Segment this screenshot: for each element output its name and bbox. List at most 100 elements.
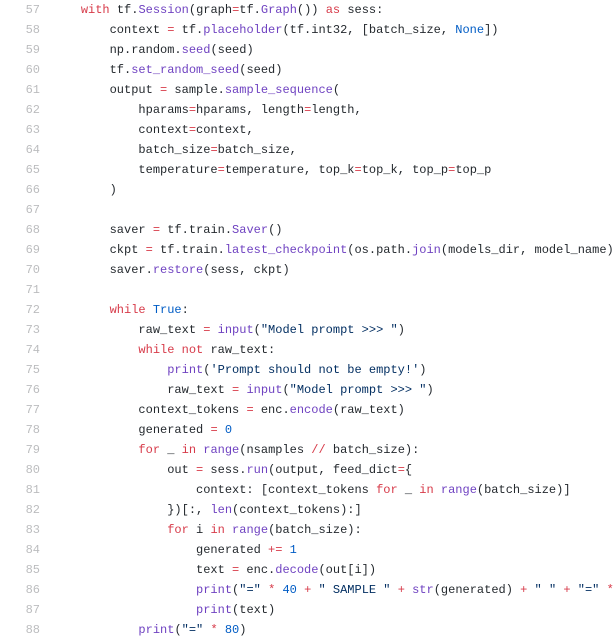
code-token <box>146 303 153 317</box>
code-token: True <box>153 303 182 317</box>
code-token: context <box>138 123 188 137</box>
code-source[interactable]: temperature=temperature, top_k=top_k, to… <box>52 160 614 180</box>
code-line[interactable]: 77 context_tokens = enc.encode(raw_text) <box>0 400 614 420</box>
code-token <box>52 363 167 377</box>
code-source[interactable]: print(text) <box>52 600 614 620</box>
code-token: with <box>81 3 110 17</box>
code-source[interactable]: print("=" * 40 + " SAMPLE " + str(genera… <box>52 580 614 600</box>
code-line[interactable]: 76 raw_text = input("Model prompt >>> ") <box>0 380 614 400</box>
code-token: top_p <box>455 163 491 177</box>
code-token: tf. <box>110 3 139 17</box>
code-token: range <box>232 523 268 537</box>
line-number: 80 <box>0 460 52 480</box>
code-source[interactable]: tf.set_random_seed(seed) <box>52 60 614 80</box>
code-token: join <box>412 243 441 257</box>
code-source[interactable]: print('Prompt should not be empty!') <box>52 360 614 380</box>
code-line[interactable]: 85 text = enc.decode(out[i]) <box>0 560 614 580</box>
code-token: generated <box>52 543 268 557</box>
code-line[interactable]: 67 <box>0 200 614 220</box>
code-token <box>210 323 217 337</box>
code-line[interactable]: 74 while not raw_text: <box>0 340 614 360</box>
code-source[interactable]: saver.restore(sess, ckpt) <box>52 260 614 280</box>
code-source[interactable]: generated = 0 <box>52 420 614 440</box>
code-line[interactable]: 64 batch_size=batch_size, <box>0 140 614 160</box>
code-token: (sess, ckpt) <box>203 263 289 277</box>
code-token: })[:, <box>52 503 210 517</box>
code-source[interactable]: ) <box>52 180 614 200</box>
code-line[interactable]: 62 hparams=hparams, length=length, <box>0 100 614 120</box>
code-line[interactable]: 68 saver = tf.train.Saver() <box>0 220 614 240</box>
line-number: 69 <box>0 240 52 260</box>
code-token: "=" <box>239 583 261 597</box>
code-line[interactable]: 86 print("=" * 40 + " SAMPLE " + str(gen… <box>0 580 614 600</box>
code-line[interactable]: 65 temperature=temperature, top_k=top_k,… <box>0 160 614 180</box>
code-view: 57 with tf.Session(graph=tf.Graph()) as … <box>0 0 614 640</box>
code-token: range <box>441 483 477 497</box>
code-line[interactable]: 66 ) <box>0 180 614 200</box>
code-token: print <box>196 603 232 617</box>
code-token: top_k <box>318 163 354 177</box>
code-token: // <box>311 443 325 457</box>
code-source[interactable]: text = enc.decode(out[i]) <box>52 560 614 580</box>
code-token: raw_text <box>52 323 203 337</box>
code-token: context <box>52 23 167 37</box>
code-line[interactable]: 61 output = sample.sample_sequence( <box>0 80 614 100</box>
code-token: graph <box>196 3 232 17</box>
code-token <box>52 303 110 317</box>
code-token: raw_text <box>52 383 232 397</box>
code-line[interactable]: 57 with tf.Session(graph=tf.Graph()) as … <box>0 0 614 20</box>
code-line[interactable]: 70 saver.restore(sess, ckpt) <box>0 260 614 280</box>
code-line[interactable]: 63 context=context, <box>0 120 614 140</box>
code-line[interactable]: 60 tf.set_random_seed(seed) <box>0 60 614 80</box>
code-token <box>527 583 534 597</box>
code-line[interactable]: 75 print('Prompt should not be empty!') <box>0 360 614 380</box>
code-line[interactable]: 73 raw_text = input("Model prompt >>> ") <box>0 320 614 340</box>
code-line[interactable]: 87 print(text) <box>0 600 614 620</box>
code-line[interactable]: 58 context = tf.placeholder(tf.int32, [b… <box>0 20 614 40</box>
code-line[interactable]: 78 generated = 0 <box>0 420 614 440</box>
code-token <box>174 343 181 357</box>
code-line[interactable]: 82 })[:, len(context_tokens):] <box>0 500 614 520</box>
code-line[interactable]: 71 <box>0 280 614 300</box>
line-number: 64 <box>0 140 52 160</box>
code-line[interactable]: 79 for _ in range(nsamples // batch_size… <box>0 440 614 460</box>
code-line[interactable]: 72 while True: <box>0 300 614 320</box>
code-line[interactable]: 59 np.random.seed(seed) <box>0 40 614 60</box>
code-token: * <box>210 623 217 637</box>
code-line[interactable]: 84 generated += 1 <box>0 540 614 560</box>
line-number: 63 <box>0 120 52 140</box>
code-source[interactable]: for i in range(batch_size): <box>52 520 614 540</box>
line-number: 61 <box>0 80 52 100</box>
code-source[interactable]: context = tf.placeholder(tf.int32, [batc… <box>52 20 614 40</box>
code-source[interactable]: print("=" * 80) <box>52 620 614 640</box>
code-source[interactable]: batch_size=batch_size, <box>52 140 614 160</box>
code-source[interactable]: context_tokens = enc.encode(raw_text) <box>52 400 614 420</box>
code-source[interactable]: raw_text = input("Model prompt >>> ") <box>52 380 614 400</box>
code-source[interactable]: ckpt = tf.train.latest_checkpoint(os.pat… <box>52 240 614 260</box>
code-source[interactable]: })[:, len(context_tokens):] <box>52 500 614 520</box>
code-source[interactable]: for _ in range(nsamples // batch_size): <box>52 440 614 460</box>
code-source[interactable]: hparams=hparams, length=length, <box>52 100 614 120</box>
code-source[interactable]: while True: <box>52 300 614 320</box>
code-source[interactable]: while not raw_text: <box>52 340 614 360</box>
code-token: for <box>376 483 398 497</box>
code-source[interactable]: np.random.seed(seed) <box>52 40 614 60</box>
code-source[interactable]: output = sample.sample_sequence( <box>52 80 614 100</box>
code-source[interactable] <box>52 280 614 300</box>
code-source[interactable]: generated += 1 <box>52 540 614 560</box>
code-source[interactable]: raw_text = input("Model prompt >>> ") <box>52 320 614 340</box>
code-line[interactable]: 80 out = sess.run(output, feed_dict={ <box>0 460 614 480</box>
code-source[interactable]: with tf.Session(graph=tf.Graph()) as ses… <box>52 0 614 20</box>
code-source[interactable] <box>52 200 614 220</box>
code-token: length, <box>311 103 361 117</box>
code-source[interactable]: context=context, <box>52 120 614 140</box>
code-line[interactable]: 83 for i in range(batch_size): <box>0 520 614 540</box>
code-line[interactable]: 88 print("=" * 80) <box>0 620 614 640</box>
code-line[interactable]: 81 context: [context_tokens for _ in ran… <box>0 480 614 500</box>
code-source[interactable]: context: [context_tokens for _ in range(… <box>52 480 614 500</box>
code-line[interactable]: 69 ckpt = tf.train.latest_checkpoint(os.… <box>0 240 614 260</box>
code-source[interactable]: saver = tf.train.Saver() <box>52 220 614 240</box>
code-token: batch_size <box>138 143 210 157</box>
code-source[interactable]: out = sess.run(output, feed_dict={ <box>52 460 614 480</box>
code-token: ( <box>282 383 289 397</box>
